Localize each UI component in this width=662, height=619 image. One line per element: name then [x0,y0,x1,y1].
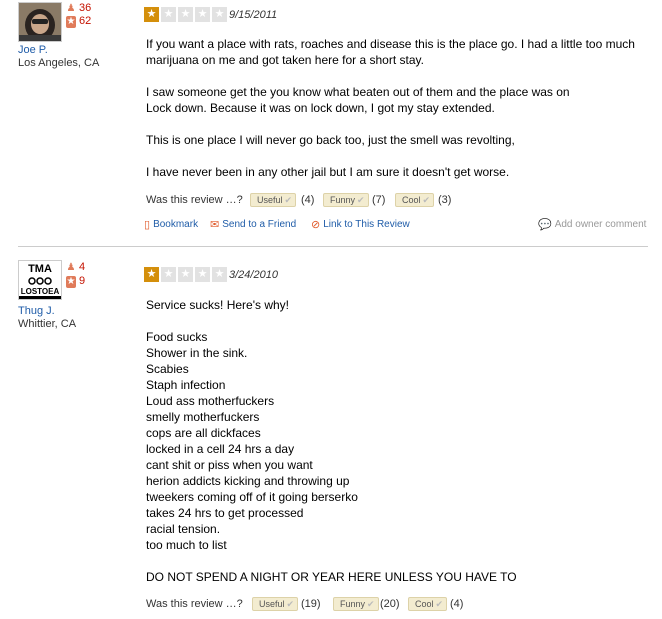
friend-count: ♟ 36 [66,2,92,14]
review-text-line: Food sucks [146,330,208,344]
useful-button[interactable]: Useful ✔ [252,597,299,611]
cool-button[interactable]: Cool ✔ [395,193,435,207]
user-location: Los Angeles, CA [18,57,100,69]
send-to-friend-link[interactable]: ✉ Send to a Friend [210,219,296,231]
avatar-graphic: TMA LOSTOEA [19,261,61,299]
cool-count: (4) [450,598,464,610]
user-name-link[interactable]: Thug J. [18,305,55,317]
cool-button[interactable]: Cool ✔ [408,597,448,611]
bookmark-icon: ▯ [144,219,151,231]
cool-count: (3) [438,194,452,206]
user-location: Whittier, CA [18,318,77,330]
vote-question: Was this review …? [146,598,243,610]
checkmark-icon: ✔ [284,194,293,205]
review-text-line: Lock down. Because it was on lock down, … [146,101,495,115]
review-text-line: racial tension. [146,522,221,536]
useful-count: (4) [301,194,315,206]
review-count: ★ 9 [66,275,86,288]
star-rating: ★ ★ ★ ★ ★ [144,7,227,22]
link-to-review[interactable]: ⊘ Link to This Review [311,219,410,231]
star-empty-icon: ★ [178,267,193,282]
star-filled-icon: ★ [144,267,159,282]
review-text-line: I have never been in any other jail but … [146,165,510,179]
review-text-line: DO NOT SPEND A NIGHT OR YEAR HERE UNLESS… [146,570,517,584]
funny-button[interactable]: Funny ✔ [333,597,379,611]
funny-button[interactable]: Funny ✔ [323,193,369,207]
avatar-photo [19,3,61,41]
star-empty-icon: ★ [212,267,227,282]
useful-button[interactable]: Useful ✔ [250,193,297,207]
review-divider [18,246,648,247]
add-owner-comment-link[interactable]: 💬 Add owner comment [538,219,646,231]
review-text-line: This is one place I will never go back t… [146,133,515,147]
checkmark-icon: ✔ [357,194,365,205]
funny-count: (7) [372,194,386,206]
user-avatar[interactable] [18,2,62,42]
review-text-line: If you want a place with rats, roaches a… [146,37,635,51]
star-empty-icon: ★ [161,7,176,22]
friend-count: ♟ 4 [66,261,86,273]
review-text-line: I saw someone get the you know what beat… [146,85,570,99]
review-text-line: Scabies [146,362,189,376]
star-badge-icon: ★ [66,16,76,28]
review-text-line: cops are all dickfaces [146,426,261,440]
review-text-line: too much to list [146,538,227,552]
checkmark-icon: ✔ [422,194,431,205]
user-avatar[interactable]: TMA LOSTOEA [18,260,62,300]
people-icon: ♟ [66,3,76,14]
review-text-line: takes 24 hrs to get processed [146,506,304,520]
review-text-line: smelly motherfuckers [146,410,260,424]
star-empty-icon: ★ [161,267,176,282]
review-text-line: herion addicts kicking and throwing up [146,474,350,488]
review-date: 3/24/2010 [229,269,278,281]
star-empty-icon: ★ [195,267,210,282]
review-text-line: Staph infection [146,378,226,392]
avatar-text-bottom: LOSTOEA [21,287,60,296]
review-text-line: Loud ass motherfuckers [146,394,275,408]
checkmark-icon: ✔ [435,598,444,609]
checkmark-icon: ✔ [286,598,295,609]
review-text-line: Shower in the sink. [146,346,248,360]
useful-count: (19) [301,598,321,610]
star-empty-icon: ★ [178,7,193,22]
funny-count: (20) [380,598,400,610]
vote-question: Was this review …? [146,194,243,206]
envelope-icon: ✉ [210,219,220,231]
star-empty-icon: ★ [212,7,227,22]
review-text-line: tweekers coming off of it going berserko [146,490,358,504]
speech-bubble-icon: 💬 [538,219,552,231]
review-text-line: Service sucks! Here's why! [146,298,289,312]
review-text-line: cant shit or piss when you want [146,458,313,472]
star-rating: ★ ★ ★ ★ ★ [144,267,227,282]
checkmark-icon: ✔ [367,598,375,609]
link-icon: ⊘ [311,219,321,231]
review-date: 9/15/2011 [229,9,278,21]
user-name-link[interactable]: Joe P. [18,44,48,56]
star-badge-icon: ★ [66,276,76,288]
star-empty-icon: ★ [195,7,210,22]
star-filled-icon: ★ [144,7,159,22]
bookmark-link[interactable]: ▯ Bookmark [144,219,198,231]
people-icon: ♟ [66,262,76,273]
review-text-line: locked in a cell 24 hrs a day [146,442,295,456]
review-count: ★ 62 [66,15,92,28]
review-text-line: marijuana on me and got taken here for a… [146,53,424,67]
avatar-text-top: TMA [28,263,52,275]
